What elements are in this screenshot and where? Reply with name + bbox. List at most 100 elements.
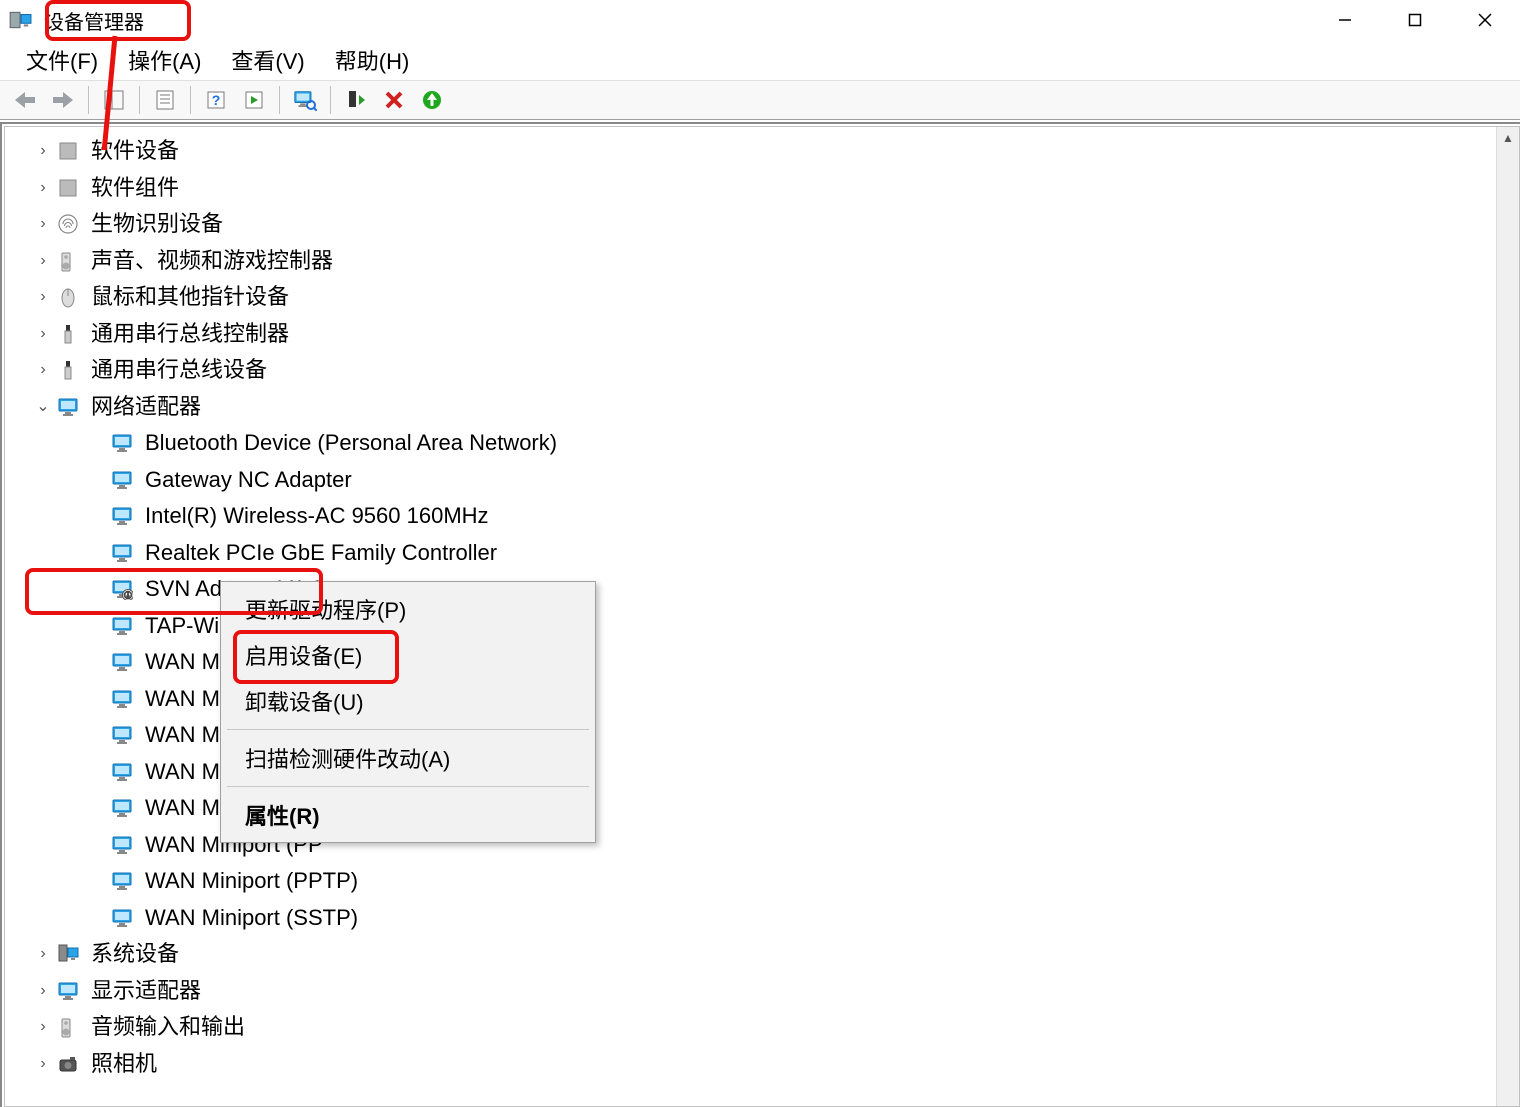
device-icon <box>55 211 81 237</box>
context-menu: 更新驱动程序(P) 启用设备(E) 卸载设备(U) 扫描检测硬件改动(A) 属性… <box>220 581 596 843</box>
device-icon <box>55 248 81 274</box>
menu-view[interactable]: 查看(V) <box>219 40 316 80</box>
expander-icon[interactable]: ⌄ <box>31 399 55 415</box>
expander-icon[interactable]: › <box>31 289 55 305</box>
close-button[interactable] <box>1450 0 1520 40</box>
menu-action[interactable]: 操作(A) <box>116 40 213 80</box>
tree-category[interactable]: ›生物识别设备 <box>5 206 1497 243</box>
enable-device-button[interactable] <box>339 83 373 117</box>
window-title: 设备管理器 <box>38 4 150 37</box>
toolbar-separator <box>279 86 280 114</box>
device-label: WAN Miniport (SSTP) <box>143 906 360 930</box>
menubar: 文件(F) 操作(A) 查看(V) 帮助(H) <box>0 40 1520 80</box>
tree-category[interactable]: › 声音、视频和游戏控制器 <box>5 243 1497 280</box>
tree-category[interactable]: › 照相机 <box>5 1046 1497 1083</box>
expander-icon[interactable]: › <box>31 1019 55 1035</box>
back-button[interactable] <box>8 83 42 117</box>
device-label: 网络适配器 <box>89 395 203 419</box>
device-label: 音频输入和输出 <box>89 1015 247 1039</box>
expander-icon[interactable]: › <box>31 143 55 159</box>
device-icon <box>55 321 81 347</box>
device-icon <box>109 503 135 529</box>
vertical-scrollbar[interactable]: ▲ <box>1496 127 1519 1106</box>
tree-item-network-adapter[interactable]: Gateway NC Adapter <box>5 462 1497 499</box>
device-icon <box>55 284 81 310</box>
device-label: 软件设备 <box>89 139 181 163</box>
context-separator <box>227 786 589 787</box>
expander-icon[interactable]: › <box>31 216 55 232</box>
toolbar-separator <box>88 86 89 114</box>
properties-button[interactable] <box>148 83 182 117</box>
expander-icon[interactable]: › <box>31 362 55 378</box>
device-icon <box>109 868 135 894</box>
tree-item-network-adapter[interactable]: WAN Miniport (SSTP) <box>5 900 1497 937</box>
device-label: 软件组件 <box>89 176 181 200</box>
action-list-button[interactable] <box>237 83 271 117</box>
toolbar-separator <box>190 86 191 114</box>
context-uninstall-device[interactable]: 卸载设备(U) <box>223 678 593 724</box>
toolbar-separator <box>139 86 140 114</box>
device-label: 鼠标和其他指针设备 <box>89 285 291 309</box>
device-icon <box>109 905 135 931</box>
context-properties[interactable]: 属性(R) <box>223 792 593 838</box>
uninstall-device-button[interactable] <box>377 83 411 117</box>
expander-icon[interactable]: › <box>31 1056 55 1072</box>
expander-icon[interactable]: › <box>31 180 55 196</box>
show-hide-tree-button[interactable] <box>97 83 131 117</box>
device-icon <box>55 978 81 1004</box>
toolbar: ? <box>0 80 1520 120</box>
tree-item-network-adapter[interactable]: Bluetooth Device (Personal Area Network) <box>5 425 1497 462</box>
menu-file[interactable]: 文件(F) <box>14 40 110 80</box>
device-icon <box>55 1051 81 1077</box>
device-label: 照相机 <box>89 1052 159 1076</box>
expander-icon[interactable]: › <box>31 326 55 342</box>
help-button[interactable]: ? <box>199 83 233 117</box>
tree-category[interactable]: › 鼠标和其他指针设备 <box>5 279 1497 316</box>
expander-icon[interactable]: › <box>31 253 55 269</box>
tree-category-network[interactable]: ⌄ 网络适配器 <box>5 389 1497 426</box>
device-icon <box>55 357 81 383</box>
device-icon <box>109 759 135 785</box>
device-icon <box>55 1014 81 1040</box>
device-icon <box>55 175 81 201</box>
menu-help[interactable]: 帮助(H) <box>323 40 422 80</box>
forward-button[interactable] <box>46 83 80 117</box>
device-label: Realtek PCIe GbE Family Controller <box>143 541 499 565</box>
minimize-button[interactable] <box>1310 0 1380 40</box>
context-scan-hardware[interactable]: 扫描检测硬件改动(A) <box>223 735 593 781</box>
device-label: 系统设备 <box>89 942 181 966</box>
context-update-driver[interactable]: 更新驱动程序(P) <box>223 586 593 632</box>
device-label: Gateway NC Adapter <box>143 468 354 492</box>
tree-category[interactable]: ›显示适配器 <box>5 973 1497 1010</box>
tree-category[interactable]: › 通用串行总线控制器 <box>5 316 1497 353</box>
maximize-button[interactable] <box>1380 0 1450 40</box>
device-icon <box>109 540 135 566</box>
device-icon <box>109 613 135 639</box>
tree-category[interactable]: › 音频输入和输出 <box>5 1009 1497 1046</box>
scan-hardware-button[interactable] <box>288 83 322 117</box>
device-label: 通用串行总线控制器 <box>89 322 291 346</box>
device-label: WAN Miniport (PPTP) <box>143 869 360 893</box>
expander-icon[interactable]: › <box>31 946 55 962</box>
tree-item-network-adapter[interactable]: WAN Miniport (PPTP) <box>5 863 1497 900</box>
expander-icon[interactable]: › <box>31 983 55 999</box>
titlebar: 设备管理器 <box>0 0 1520 40</box>
tree-category[interactable]: ›通用串行总线设备 <box>5 352 1497 389</box>
device-icon <box>109 430 135 456</box>
toolbar-separator <box>330 86 331 114</box>
device-label: 声音、视频和游戏控制器 <box>89 249 335 273</box>
update-driver-button[interactable] <box>415 83 449 117</box>
tree-category[interactable]: › 软件组件 <box>5 170 1497 207</box>
context-separator <box>227 729 589 730</box>
device-icon <box>55 138 81 164</box>
svg-text:?: ? <box>212 92 221 108</box>
device-icon <box>109 467 135 493</box>
context-enable-device[interactable]: 启用设备(E) <box>223 632 593 678</box>
device-icon <box>55 394 81 420</box>
tree-item-network-adapter[interactable]: Realtek PCIe GbE Family Controller <box>5 535 1497 572</box>
tree-category[interactable]: › 系统设备 <box>5 936 1497 973</box>
tree-item-network-adapter[interactable]: Intel(R) Wireless-AC 9560 160MHz <box>5 498 1497 535</box>
tree-category[interactable]: › 软件设备 <box>5 133 1497 170</box>
scroll-up-button[interactable]: ▲ <box>1497 127 1519 149</box>
device-icon <box>109 795 135 821</box>
